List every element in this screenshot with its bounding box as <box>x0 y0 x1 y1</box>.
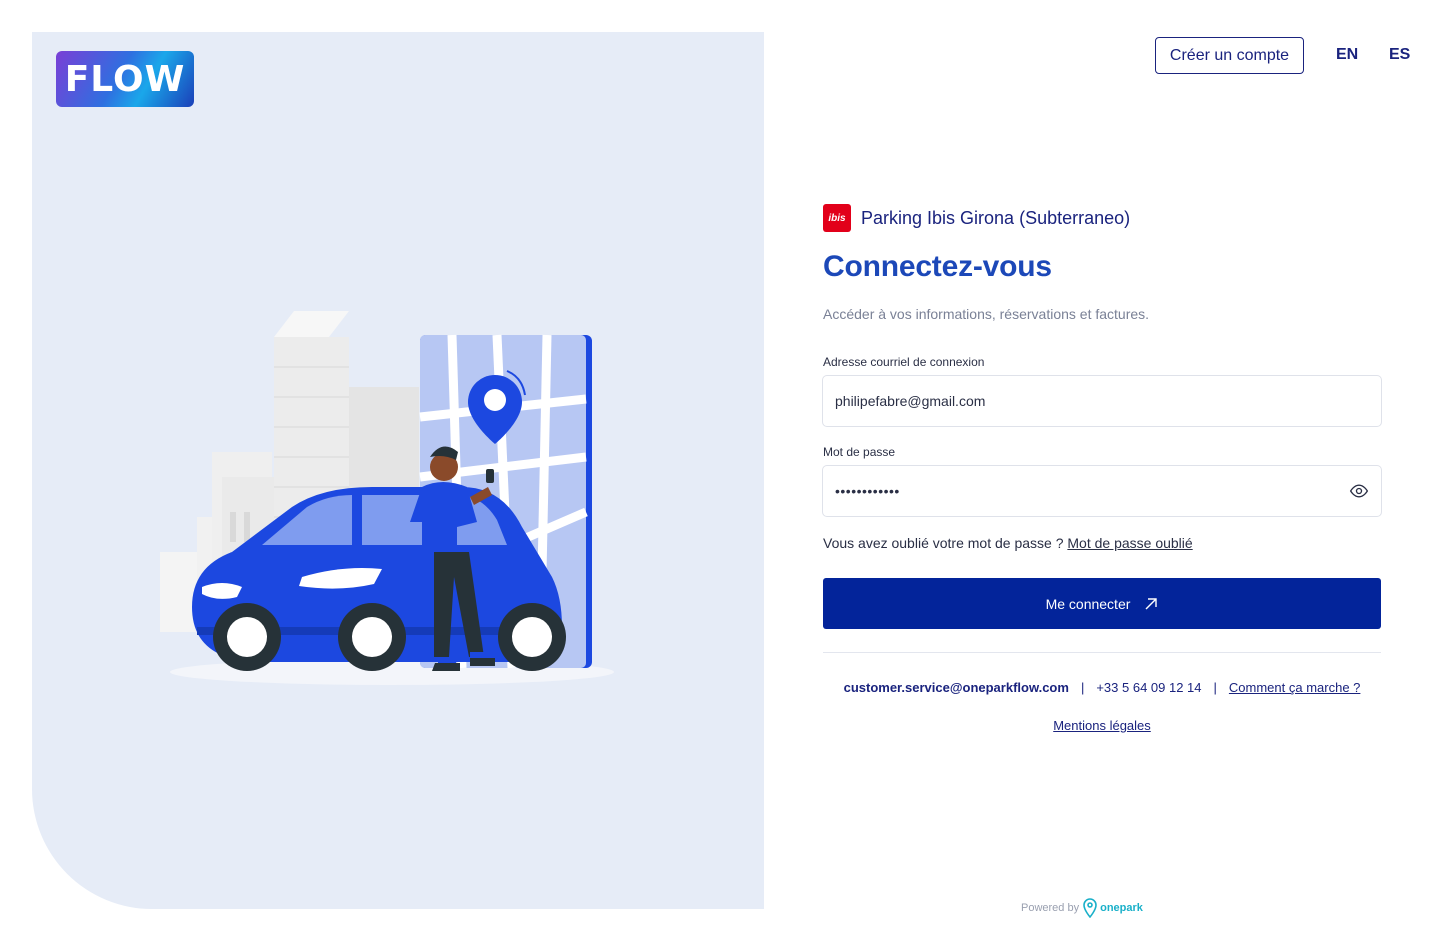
email-label: Adresse courriel de connexion <box>823 355 985 369</box>
support-email[interactable]: customer.service@oneparkflow.com <box>844 680 1069 695</box>
parking-header: ibis Parking Ibis Girona (Subterraneo) <box>823 204 1130 232</box>
car-illustration <box>160 311 614 685</box>
ibis-logo: ibis <box>823 204 851 232</box>
separator: | <box>1080 680 1085 695</box>
login-button[interactable]: Me connecter <box>823 578 1381 629</box>
page-subtitle: Accéder à vos informations, réservations… <box>823 306 1150 322</box>
powered-by: Powered by onepark <box>1021 898 1143 918</box>
password-field-wrapper: •••••••••••• <box>822 465 1382 517</box>
how-it-works-link[interactable]: Comment ça marche ? <box>1229 680 1361 695</box>
divider <box>823 652 1381 653</box>
legal-row: Mentions légales <box>823 718 1381 733</box>
create-account-button[interactable]: Créer un compte <box>1155 37 1304 74</box>
email-input[interactable] <box>835 393 1369 409</box>
onepark-pin-icon <box>1083 898 1097 918</box>
login-button-label: Me connecter <box>1045 595 1131 612</box>
support-phone[interactable]: +33 5 64 09 12 14 <box>1096 680 1201 695</box>
illustration-panel: FLOW <box>32 32 764 909</box>
password-label: Mot de passe <box>823 445 896 459</box>
language-es-link[interactable]: ES <box>1389 46 1410 64</box>
forgot-password-link[interactable]: Mot de passe oublié <box>1067 535 1192 551</box>
email-field-wrapper <box>822 375 1382 427</box>
login-page: FLOW Créer un compte EN ES ibis Parking … <box>0 0 1440 941</box>
page-title: Connectez-vous <box>823 250 1052 283</box>
parking-name: Parking Ibis Girona (Subterraneo) <box>861 207 1131 228</box>
language-en-link[interactable]: EN <box>1336 46 1358 64</box>
arrow-up-right-icon <box>1145 597 1158 609</box>
forgot-password-text: Vous avez oublié votre mot de passe ? <box>823 535 1068 551</box>
flow-logo[interactable]: FLOW <box>56 51 194 107</box>
legal-mentions-link[interactable]: Mentions légales <box>1053 718 1151 733</box>
show-password-icon[interactable] <box>1349 481 1369 501</box>
separator: | <box>1213 680 1217 695</box>
powered-by-text: Powered by <box>1021 902 1080 914</box>
contact-row: customer.service@oneparkflow.com | +33 5… <box>823 680 1381 695</box>
onepark-brand-text: onepark <box>1100 902 1143 914</box>
forgot-password-row: Vous avez oublié votre mot de passe ? Mo… <box>823 535 1193 551</box>
onepark-logo[interactable]: onepark <box>1083 898 1143 918</box>
password-input[interactable]: •••••••••••• <box>835 483 900 499</box>
flow-logo-text: FLOW <box>64 58 186 100</box>
